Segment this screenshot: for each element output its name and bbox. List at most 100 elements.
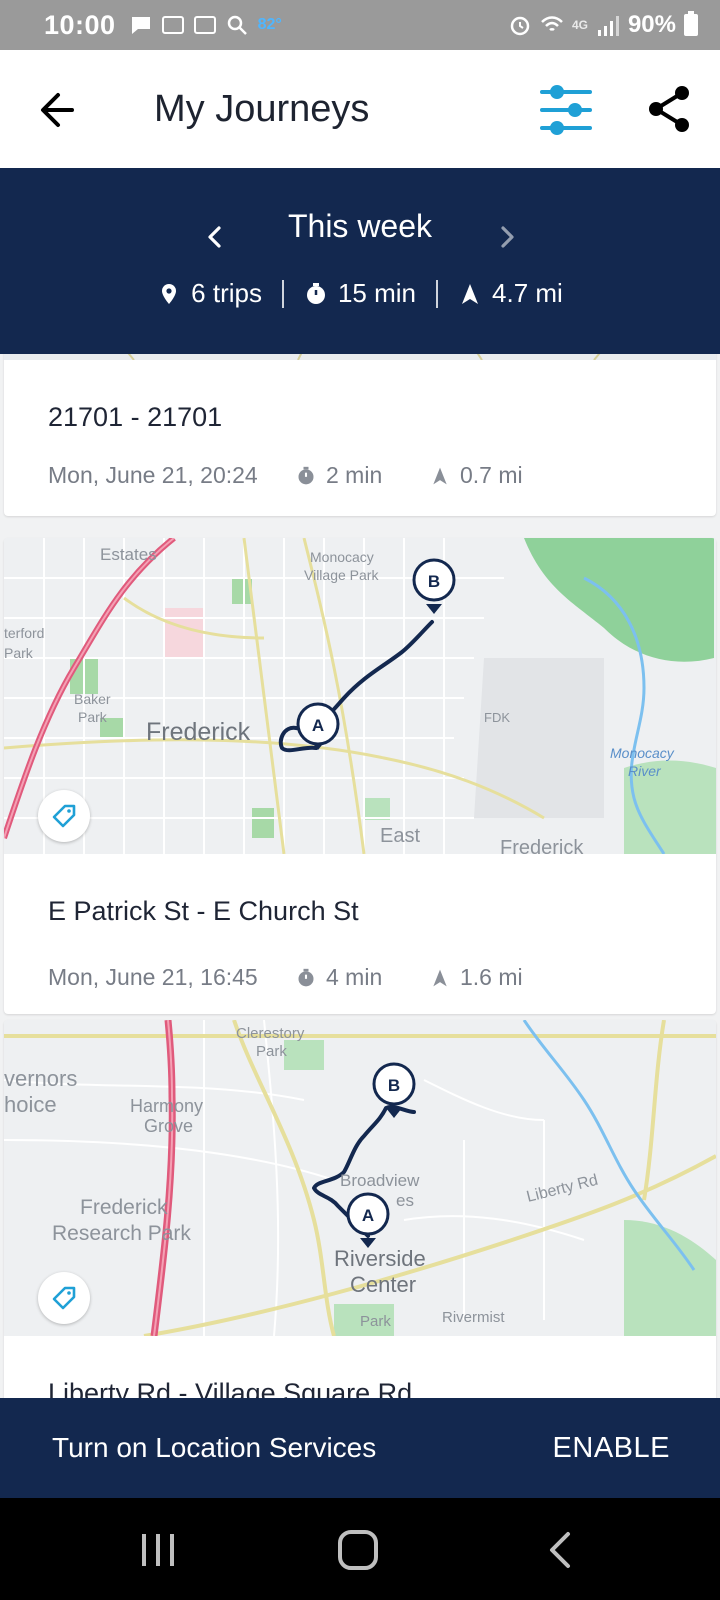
navigation-arrow-icon xyxy=(433,969,447,986)
banner-message: Turn on Location Services xyxy=(52,1432,377,1463)
map-label: River xyxy=(628,763,662,779)
map-label: Center xyxy=(350,1272,416,1297)
divider xyxy=(436,279,439,308)
trip-card[interactable]: 21701 - 21701 Mon, June 21, 20:24 2 min … xyxy=(4,354,716,516)
tag-icon xyxy=(52,1286,76,1310)
wifi-icon xyxy=(541,16,563,31)
battery-percent: 90% xyxy=(627,11,676,38)
map-label: Park xyxy=(78,709,108,725)
trip-info: E Patrick St - E Church St Mon, June 21,… xyxy=(4,854,716,1014)
timer-icon xyxy=(298,466,314,484)
trip-info: Liberty Rd - Village Square Rd xyxy=(4,1336,716,1398)
trip-distance: 0.7 mi xyxy=(430,462,564,489)
svg-text:B: B xyxy=(428,572,440,591)
next-period-button[interactable] xyxy=(490,220,524,254)
svg-text:B: B xyxy=(388,1076,400,1095)
tag-icon xyxy=(52,804,76,828)
back-button[interactable] xyxy=(32,82,88,138)
total-distance: 4.7 mi xyxy=(438,278,583,309)
map-label: terford xyxy=(4,625,44,641)
map-label: Park xyxy=(256,1043,287,1060)
tag-button[interactable] xyxy=(38,1272,90,1324)
search-icon xyxy=(227,15,247,35)
trip-map[interactable]: Clerestory Park vernors hoice Harmony Gr… xyxy=(4,1020,716,1336)
map-label: Baker xyxy=(74,691,111,707)
map-label: FDK xyxy=(484,710,510,725)
map-label: Monocacy xyxy=(610,745,675,761)
map-label: es xyxy=(396,1191,414,1210)
trip-title: 21701 - 21701 xyxy=(48,402,223,432)
svg-text:A: A xyxy=(312,716,324,735)
trip-meta: Mon, June 21, 20:24 2 min 0.7 mi xyxy=(48,462,564,489)
map-label: Rivermist xyxy=(442,1309,505,1326)
map-label: vernors xyxy=(4,1066,77,1091)
back-arrow-icon xyxy=(41,93,74,127)
trip-duration-text: 2 min xyxy=(326,462,383,488)
recents-button[interactable] xyxy=(136,1528,180,1572)
map-label: Broadview xyxy=(340,1171,420,1190)
trip-duration: 4 min xyxy=(296,964,430,991)
trip-distance: 1.6 mi xyxy=(430,964,564,991)
map-label: Park xyxy=(360,1313,391,1330)
navigation-arrow-icon xyxy=(462,283,479,304)
recents-icon xyxy=(142,1534,174,1566)
trip-list[interactable]: 21701 - 21701 Mon, June 21, 20:24 2 min … xyxy=(0,354,720,1398)
trip-duration-text: 4 min xyxy=(326,964,383,990)
system-nav-bar xyxy=(0,1498,720,1600)
trip-card[interactable]: Estates Monocacy Village Park terford Pa… xyxy=(4,538,716,1014)
total-duration: 15 min xyxy=(284,278,436,309)
share-icon xyxy=(649,86,689,132)
home-icon xyxy=(338,1530,378,1570)
period-label: This week xyxy=(287,208,433,244)
divider xyxy=(281,279,284,308)
back-nav-icon xyxy=(550,1532,570,1568)
map-label: Village Park xyxy=(304,567,379,583)
trip-meta: Mon, June 21, 16:45 4 min 1.6 mi xyxy=(48,964,564,991)
trip-card[interactable]: Clerestory Park vernors hoice Harmony Gr… xyxy=(4,1020,716,1398)
trip-title: E Patrick St - E Church St xyxy=(48,896,359,926)
trip-duration: 2 min xyxy=(296,462,430,489)
app-icon xyxy=(193,16,216,34)
message-icon xyxy=(131,17,150,34)
trip-distance-text: 1.6 mi xyxy=(460,964,523,990)
weather-temp: 82° xyxy=(257,16,282,33)
location-services-banner: Turn on Location Services ENABLE xyxy=(0,1398,720,1498)
status-bar: 10:00 82° 4G 90% xyxy=(0,0,720,50)
trip-title: Liberty Rd - Village Square Rd xyxy=(48,1378,413,1398)
map-label: hoice xyxy=(4,1092,57,1117)
timer-icon xyxy=(298,968,314,986)
status-time: 10:00 xyxy=(44,9,116,40)
svg-text:A: A xyxy=(362,1206,374,1225)
notification-icons: 82° xyxy=(130,14,282,36)
map-label: Estates xyxy=(100,545,157,564)
trip-date: Mon, June 21, 20:24 xyxy=(48,462,258,488)
tag-button[interactable] xyxy=(38,790,90,842)
enable-button[interactable]: ENABLE xyxy=(553,1432,670,1465)
map-label: Frederick xyxy=(146,718,251,746)
filter-button[interactable] xyxy=(536,80,596,140)
back-nav-button[interactable] xyxy=(540,1528,584,1572)
trip-info: 21701 - 21701 Mon, June 21, 20:24 2 min … xyxy=(4,354,716,516)
signal-icon xyxy=(597,16,619,36)
location-pin-icon xyxy=(162,283,177,304)
total-duration-text: 15 min xyxy=(337,278,417,308)
trips-count-text: 6 trips xyxy=(191,278,262,308)
map-label: Harmony xyxy=(130,1096,203,1116)
screen: 10:00 82° 4G 90% My Journeys This week 6… xyxy=(0,0,720,1600)
trip-map[interactable]: Estates Monocacy Village Park terford Pa… xyxy=(4,538,716,854)
total-distance-text: 4.7 mi xyxy=(492,278,563,308)
chevron-right-icon xyxy=(501,226,514,248)
map-label: East xyxy=(380,825,420,847)
timer-icon xyxy=(306,282,325,304)
map-label: Riverside xyxy=(334,1246,426,1271)
filter-sliders-icon xyxy=(540,85,592,135)
home-button[interactable] xyxy=(336,1528,380,1572)
navigation-arrow-icon xyxy=(433,467,447,484)
share-button[interactable] xyxy=(642,82,696,136)
trip-distance-text: 0.7 mi xyxy=(460,462,523,488)
news-icon xyxy=(161,16,184,34)
system-icons: 4G 90% xyxy=(508,11,698,39)
page-title: My Journeys xyxy=(154,88,370,130)
map-label: Grove xyxy=(144,1116,193,1136)
summary-stats: 6 trips 15 min 4.7 mi xyxy=(0,278,720,309)
